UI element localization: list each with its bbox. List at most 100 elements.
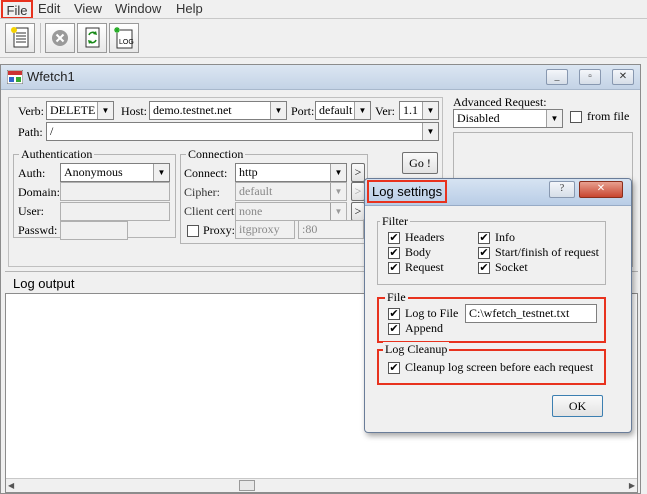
cipher-label: Cipher: (184, 185, 220, 199)
append-checkbox[interactable]: ✔ (388, 323, 400, 335)
close-icon: ✕ (618, 71, 628, 82)
cleanup-checkbox[interactable]: ✔ (388, 362, 400, 374)
client-cert-more-button[interactable]: > (351, 202, 365, 221)
scrollbar-thumb[interactable] (239, 480, 255, 491)
verb-label: Verb: (18, 104, 44, 118)
close-icon: ✕ (596, 183, 606, 194)
auth-select[interactable]: Anonymous ▼ (60, 163, 170, 182)
domain-field[interactable] (60, 182, 170, 201)
chevron-down-icon: ▼ (330, 183, 346, 200)
body-label: Body (405, 245, 432, 259)
menu-bar: File Edit View Window Help (0, 0, 647, 19)
scroll-right-icon[interactable]: ▶ (629, 481, 635, 490)
log-file-path-field[interactable]: C:\wfetch_testnet.txt (465, 304, 597, 323)
stop-button[interactable] (45, 23, 75, 53)
proxy-host-field[interactable]: itgproxy (235, 220, 295, 239)
log-cleanup-group-title: Log Cleanup (383, 342, 450, 356)
socket-checkbox[interactable]: ✔ (478, 262, 490, 274)
menu-view[interactable]: View (74, 0, 102, 18)
proxy-checkbox[interactable] (187, 225, 199, 237)
ver-value: 1.1 (403, 103, 418, 117)
socket-label: Socket (495, 260, 528, 274)
new-request-icon (11, 27, 29, 48)
stop-icon (52, 30, 68, 46)
log-to-file-checkbox[interactable]: ✔ (388, 308, 400, 320)
proxy-port-value: :80 (302, 222, 318, 236)
info-checkbox[interactable]: ✔ (478, 232, 490, 244)
verb-select[interactable]: DELETE ▼ (46, 101, 114, 120)
cipher-value: default (239, 184, 273, 198)
port-combobox[interactable]: default ▼ (315, 101, 371, 120)
connect-select[interactable]: http ▼ (235, 163, 347, 182)
chevron-down-icon: ▼ (422, 123, 438, 140)
path-combobox[interactable]: / ▼ (46, 122, 439, 141)
request-checkbox[interactable]: ✔ (388, 262, 400, 274)
close-button[interactable]: ✕ (612, 69, 634, 85)
chevron-down-icon: ▼ (330, 164, 346, 181)
password-field[interactable] (60, 221, 128, 240)
body-checkbox[interactable]: ✔ (388, 247, 400, 259)
log-icon-text: LOG (119, 39, 134, 46)
passwd-label: Passwd: (18, 223, 58, 237)
from-file-checkbox[interactable] (570, 111, 582, 123)
authentication-group-title: Authentication (19, 147, 95, 161)
restore-icon: ▫ (588, 71, 592, 82)
user-label: User: (18, 204, 44, 218)
port-label: Port: (291, 104, 315, 118)
connect-more-button[interactable]: > (351, 163, 365, 182)
host-label: Host: (121, 104, 148, 118)
info-label: Info (495, 230, 515, 244)
headers-checkbox[interactable]: ✔ (388, 232, 400, 244)
horizontal-scrollbar[interactable]: ◀ ▶ (6, 478, 637, 492)
toolbar: LOG (0, 18, 647, 58)
refresh-button[interactable] (77, 23, 107, 53)
menu-window[interactable]: Window (115, 0, 161, 18)
window-title-bar: Wfetch1 _ ▫ ✕ (1, 65, 640, 90)
proxy-port-field[interactable]: :80 (298, 220, 364, 239)
ver-label: Ver: (375, 104, 395, 118)
version-select[interactable]: 1.1 ▼ (399, 101, 439, 120)
from-file-label: from file (587, 109, 630, 123)
scroll-left-icon[interactable]: ◀ (8, 481, 14, 490)
host-value: demo.testnet.net (153, 103, 232, 117)
help-button[interactable]: ? (549, 181, 575, 198)
new-request-button[interactable] (5, 23, 35, 53)
file-group-title: File (385, 290, 408, 304)
request-label: Request (405, 260, 444, 274)
chevron-down-icon: ▼ (153, 164, 169, 181)
port-value: default (319, 103, 353, 117)
log-file-path-value: C:\wfetch_testnet.txt (469, 306, 570, 320)
minimize-button[interactable]: _ (546, 69, 568, 85)
log-settings-button[interactable]: LOG (109, 23, 139, 53)
filter-group-title: Filter (380, 214, 410, 228)
advanced-request-select[interactable]: Disabled ▼ (453, 109, 563, 128)
auth-value: Anonymous (64, 165, 123, 179)
connect-value: http (239, 165, 258, 179)
auth-label: Auth: (18, 166, 46, 180)
restore-button[interactable]: ▫ (579, 69, 601, 85)
client-cert-select[interactable]: none ▼ (235, 202, 347, 221)
chevron-down-icon: ▼ (354, 102, 370, 119)
start-finish-checkbox[interactable]: ✔ (478, 247, 490, 259)
chevron-down-icon: ▼ (330, 203, 346, 220)
user-field[interactable] (60, 202, 170, 221)
log-output-label: Log output (13, 276, 75, 291)
dialog-title-bar: Log settings ? ✕ (365, 179, 631, 206)
log-to-file-label: Log to File (405, 306, 459, 320)
host-combobox[interactable]: demo.testnet.net ▼ (149, 101, 287, 120)
proxy-host-value: itgproxy (239, 222, 280, 236)
connection-group-title: Connection (186, 147, 246, 161)
menu-file[interactable]: File (1, 0, 33, 19)
cipher-select[interactable]: default ▼ (235, 182, 347, 201)
go-button[interactable]: Go ! (402, 152, 438, 174)
advanced-request-label: Advanced Request: (453, 95, 547, 109)
cipher-more-button[interactable]: > (351, 182, 365, 201)
menu-help[interactable]: Help (176, 0, 203, 18)
ok-button[interactable]: OK (552, 395, 603, 417)
proxy-label: Proxy: (203, 223, 236, 237)
log-settings-dialog: Log settings ? ✕ Filter ✔ Headers ✔ Body… (364, 178, 632, 433)
menu-edit[interactable]: Edit (38, 0, 60, 18)
advanced-request-value: Disabled (457, 111, 500, 125)
dialog-close-button[interactable]: ✕ (579, 181, 623, 198)
minimize-icon: _ (554, 71, 560, 82)
